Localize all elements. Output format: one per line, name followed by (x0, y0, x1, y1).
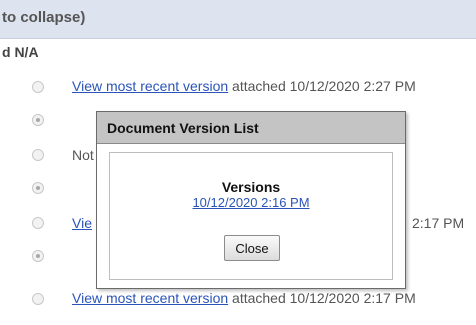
na-radio[interactable] (32, 81, 44, 93)
row-text: Vie (72, 215, 92, 231)
view-recent-version-link[interactable]: View most recent version (72, 78, 228, 94)
na-radio-checked[interactable] (32, 114, 44, 126)
na-radio[interactable] (32, 149, 44, 161)
dialog-titlebar[interactable]: Document Version List (97, 112, 405, 144)
version-link[interactable]: 10/12/2020 2:16 PM (110, 195, 392, 210)
table-row: View most recent version attached 10/12/… (0, 70, 476, 104)
row-text: View most recent version attached 10/12/… (72, 78, 416, 94)
dialog-title: Document Version List (107, 120, 259, 136)
row-text: View most recent version attached 10/12/… (72, 290, 416, 306)
view-recent-version-link[interactable]: Vie (72, 215, 92, 231)
section-header-bar[interactable]: to collapse) (0, 0, 476, 39)
na-radio-checked[interactable] (32, 182, 44, 194)
section-header-text[interactable]: to collapse) (2, 9, 85, 26)
row-attached-text: attached 10/12/2020 2:27 PM (228, 78, 416, 94)
na-radio-checked[interactable] (32, 250, 44, 262)
document-version-dialog: Document Version List Versions 10/12/202… (96, 111, 406, 289)
row-attached-text: attached 10/12/2020 2:17 PM (228, 290, 416, 306)
close-button[interactable]: Close (224, 235, 280, 261)
column-header: d N/A (2, 44, 39, 60)
versions-heading: Versions (221, 179, 281, 195)
na-radio[interactable] (32, 293, 44, 305)
row-text: Not (72, 147, 94, 163)
view-recent-version-link[interactable]: View most recent version (72, 290, 228, 306)
row-time-text: 2:17 PM (412, 215, 465, 231)
dialog-content-panel: Versions 10/12/2020 2:16 PM Close (109, 152, 393, 280)
na-radio[interactable] (32, 217, 44, 229)
